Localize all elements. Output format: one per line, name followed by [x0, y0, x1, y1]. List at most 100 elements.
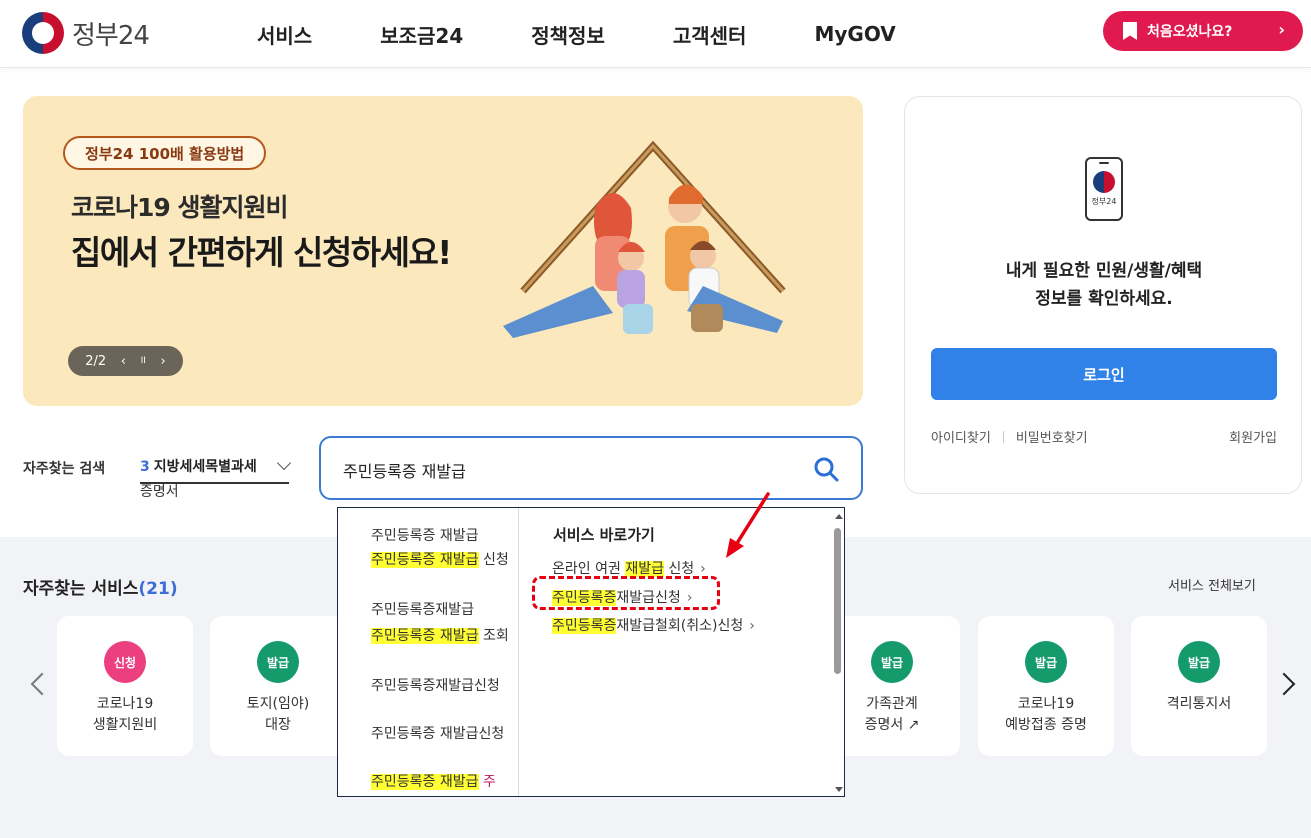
suggestion-text: 주민등록증재발급 — [371, 602, 475, 618]
service-card[interactable]: 발급 토지(임야) 대장 — [210, 616, 346, 756]
service-name-line1: 코로나19 — [96, 696, 154, 712]
nav-services[interactable]: 서비스 — [257, 20, 312, 49]
search-box — [319, 436, 863, 500]
carousel-next-icon[interactable] — [1278, 668, 1294, 698]
shortcut-title: 서비스 바로가기 — [553, 526, 655, 544]
dropdown-scrollbar[interactable] — [832, 508, 844, 796]
service-name-line1: 코로나19 — [1017, 696, 1075, 712]
search-input[interactable] — [343, 456, 783, 484]
find-password-link[interactable]: 비밀번호찾기 — [1016, 427, 1088, 446]
pager-count: 2/2 — [85, 353, 107, 369]
suggestion-list: 주민등록증 재발급 주민등록증 재발급 신청 주민등록증재발급 주민등록증 재발… — [338, 508, 519, 796]
suggestion-item[interactable]: 주민등록증 재발급 — [371, 524, 511, 548]
suggestion-highlight: 주민등록증 재발급 — [371, 552, 479, 568]
shortcut-link[interactable]: 온라인 여권 재발급 신청 › — [552, 558, 706, 578]
banner-title: 집에서 간편하게 신청하세요! — [71, 233, 452, 272]
login-panel: 정부24 내게 필요한 민원/생활/혜택 정보를 확인하세요. 로그인 아이디찾… — [904, 96, 1302, 494]
frequent-search-overflow: 증명서 — [140, 484, 179, 500]
chevron-right-icon: › — [700, 561, 706, 577]
nav-policy-info[interactable]: 정책정보 — [531, 20, 605, 49]
shortcut-link[interactable]: 주민등록증재발급신청 › — [552, 587, 692, 607]
shortcut-link[interactable]: 주민등록증재발급철회(취소)신청 › — [552, 615, 755, 635]
nav-subsidy24[interactable]: 보조금24 — [380, 20, 463, 49]
service-badge: 발급 — [871, 641, 913, 683]
bookmark-icon — [1123, 22, 1137, 40]
chevron-right-icon: › — [1278, 20, 1285, 39]
login-button[interactable]: 로그인 — [931, 348, 1277, 400]
shortcut-highlight: 주민등록증 — [552, 590, 617, 606]
suggestion-item[interactable]: 주민등록증 재발급 주 — [371, 770, 511, 794]
pager-next-icon[interactable]: › — [160, 354, 165, 369]
service-badge: 발급 — [257, 641, 299, 683]
mobile-gov24-icon: 정부24 — [1085, 157, 1123, 221]
carousel-prev-icon[interactable] — [30, 668, 46, 698]
frequent-search-rank: 3 — [140, 459, 150, 475]
suggestion-text: 주민등록증 재발급 — [371, 528, 479, 544]
service-name-line2: 예방접종 증명 — [1005, 717, 1087, 733]
suggestion-text: 조회 — [478, 628, 509, 644]
scroll-up-icon[interactable] — [835, 514, 843, 519]
promo-banner[interactable]: 정부24 100배 활용방법 코로나19 생활지원비 집에서 간편하게 신청하세… — [23, 96, 863, 406]
service-name-line2: 생활지원비 — [92, 717, 158, 733]
suggestion-text: 주민등록증재발급신청 — [371, 678, 500, 694]
shortcut-highlight: 주민등록증 — [552, 618, 617, 634]
banner-subtitle: 코로나19 생활지원비 — [71, 193, 288, 222]
nav-customer-center[interactable]: 고객센터 — [673, 20, 747, 49]
scroll-down-icon[interactable] — [835, 787, 843, 792]
service-badge: 신청 — [104, 641, 146, 683]
suggestion-item[interactable]: 주민등록증재발급 — [371, 598, 511, 622]
service-name-line1: 토지(임야) — [246, 696, 310, 712]
view-all-services-link[interactable]: 서비스 전체보기 — [1168, 575, 1256, 594]
first-visit-button[interactable]: 처음오셨나요? › — [1103, 11, 1303, 51]
pager-prev-icon[interactable]: ‹ — [121, 354, 126, 369]
service-name-line1: 격리통지서 — [1166, 696, 1232, 712]
shortcut-pre: 온라인 여권 — [552, 561, 626, 577]
gov24-logo[interactable]: 정부24 — [22, 12, 150, 54]
suggestion-text: 신청 — [478, 552, 509, 568]
shortcut-highlight: 재발급 — [625, 561, 664, 577]
service-name: 격리통지서 — [1131, 694, 1267, 715]
frequent-services-count: (21) — [138, 579, 178, 599]
pager-pause-icon[interactable]: II — [141, 356, 146, 366]
scroll-thumb[interactable] — [834, 528, 841, 674]
family-house-illustration — [503, 140, 786, 338]
taegeuk-logo-icon — [22, 12, 64, 54]
join-link[interactable]: 회원가입 — [1229, 427, 1277, 446]
phone-speaker — [1099, 162, 1109, 164]
frequent-services-title-text: 자주찾는 서비스 — [23, 579, 139, 599]
shortcut-post: 재발급철회(취소)신청 — [616, 618, 744, 634]
suggestion-highlight: 주민등록증 재발급 — [371, 628, 479, 644]
suggestion-item[interactable]: 주민등록증 재발급 조회 — [371, 624, 511, 648]
service-badge: 발급 — [1025, 641, 1067, 683]
login-message-line2: 정보를 확인하세요. — [1035, 289, 1173, 309]
main-nav: 서비스 보조금24 정책정보 고객센터 MyGOV — [257, 0, 896, 68]
banner-pager: 2/2 ‹ II › — [68, 346, 183, 376]
login-message-line1: 내게 필요한 민원/생활/혜택 — [1005, 261, 1203, 281]
suggestion-item[interactable]: 주민등록증재발급신청 — [371, 674, 511, 698]
search-icon[interactable] — [813, 456, 839, 482]
service-name: 코로나19 예방접종 증명 — [978, 694, 1114, 736]
service-badge: 발급 — [1178, 641, 1220, 683]
find-id-link[interactable]: 아이디찾기 — [931, 427, 991, 446]
frequent-search-select[interactable]: 3 지방세세목별과세 — [140, 455, 292, 484]
red-arrow-annotation-icon — [726, 492, 770, 558]
service-name: 토지(임야) 대장 — [210, 694, 346, 736]
suggestion-text: 주 — [478, 774, 496, 790]
chevron-right-icon: › — [686, 590, 693, 606]
service-card[interactable]: 발급 격리통지서 — [1131, 616, 1267, 756]
suggestion-item[interactable]: 주민등록증 재발급신청 — [371, 722, 511, 746]
phone-logo-mark — [1093, 171, 1115, 193]
suggestion-item[interactable]: 주민등록증 재발급 신청 — [371, 548, 511, 572]
service-card[interactable]: 발급 코로나19 예방접종 증명 — [978, 616, 1114, 756]
banner-tag: 정부24 100배 활용방법 — [63, 136, 267, 170]
nav-mygov[interactable]: MyGOV — [814, 22, 895, 46]
shortcut-post: 재발급신청 — [616, 590, 681, 606]
first-visit-label: 처음오셨나요? — [1147, 24, 1233, 40]
frequent-search-label: 자주찾는 검색 — [23, 461, 106, 477]
service-card[interactable]: 신청 코로나19 생활지원비 — [57, 616, 193, 756]
frequent-search-text: 지방세세목별과세 — [153, 459, 257, 475]
suggestion-text: 주민등록증 재발급신청 — [371, 726, 505, 742]
service-name: 코로나19 생활지원비 — [57, 694, 193, 736]
service-name-line2: 대장 — [265, 717, 291, 733]
shortcut-post: 신청 — [663, 561, 695, 577]
